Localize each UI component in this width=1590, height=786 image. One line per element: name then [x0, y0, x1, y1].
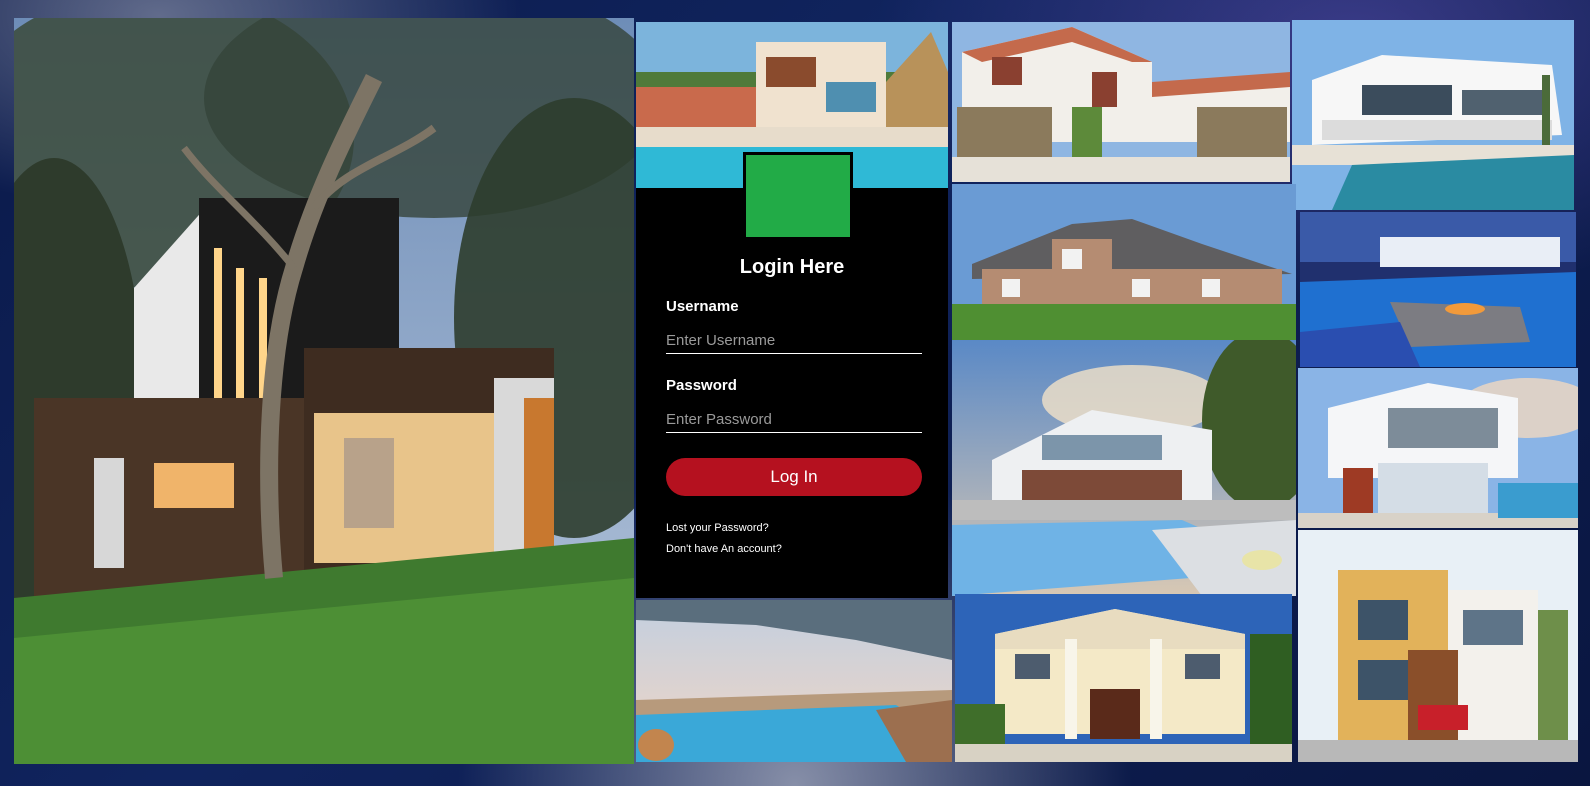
avatar: [746, 155, 850, 237]
glass-modern-mansion-photo: [952, 340, 1296, 596]
columned-mansion-photo: [955, 594, 1292, 762]
white-cube-house-photo: [1298, 368, 1578, 528]
username-label: Username: [666, 298, 739, 315]
login-title: Login Here: [739, 256, 845, 278]
password-input[interactable]: [666, 406, 922, 433]
password-label: Password: [666, 377, 737, 394]
orange-modern-townhouse-photo: [1298, 530, 1578, 762]
lost-password-link[interactable]: Lost your Password?: [666, 522, 769, 534]
login-button[interactable]: Log In: [666, 458, 922, 496]
brick-suburban-house-photo: [952, 184, 1296, 340]
main-modern-house-photo: [14, 18, 634, 764]
modern-pool-villa-photo: [1292, 20, 1574, 210]
overhang-pool-view-photo: [636, 600, 952, 762]
white-garage-house-photo: [952, 22, 1290, 182]
username-input[interactable]: [666, 327, 922, 354]
infinity-pool-firepit-photo: [1300, 212, 1576, 367]
no-account-link[interactable]: Don't have An account?: [666, 542, 782, 552]
